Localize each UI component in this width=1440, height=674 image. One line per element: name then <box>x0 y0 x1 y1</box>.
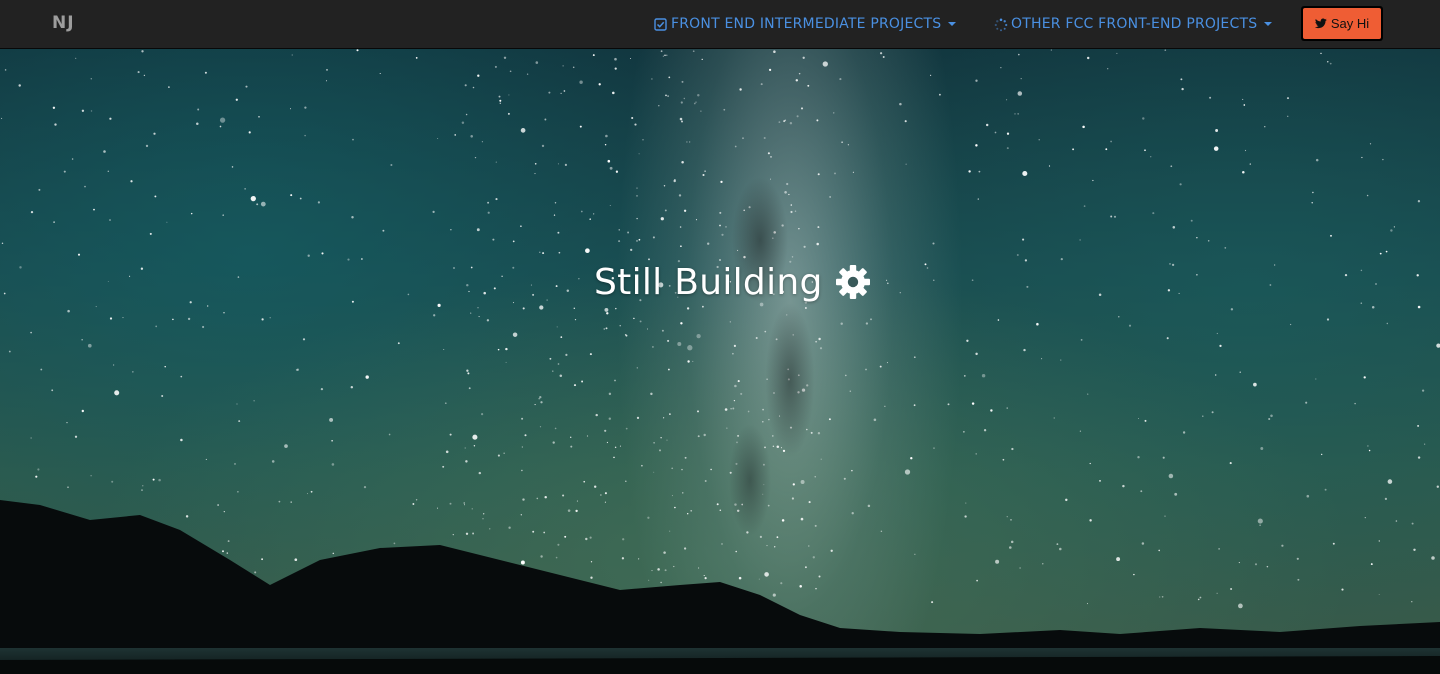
page-title: Still Building <box>594 261 823 303</box>
say-hi-button-frame: Say Hi <box>1301 6 1383 41</box>
hero-background <box>0 0 1440 674</box>
caret-down-icon <box>948 22 957 26</box>
spinner-icon <box>994 18 1008 31</box>
twitter-icon <box>1314 18 1327 29</box>
check-square-icon <box>654 17 667 31</box>
hero-heading: Still Building <box>594 260 871 304</box>
gear-icon <box>835 264 871 300</box>
say-hi-button[interactable]: Say Hi <box>1303 8 1381 39</box>
mountain-silhouette <box>0 500 1440 674</box>
nav-dropdown-other-fcc-projects[interactable]: OTHER FCC FRONT-END PROJECTS <box>994 0 1273 48</box>
nav-dropdown-label: OTHER FCC FRONT-END PROJECTS <box>1011 16 1258 32</box>
nav-dropdown-intermediate-projects[interactable]: FRONT END INTERMEDIATE PROJECTS <box>654 0 957 48</box>
top-navbar: NJ FRONT END INTERMEDIATE PROJECTS OTHER… <box>0 0 1440 49</box>
say-hi-label: Say Hi <box>1330 16 1370 31</box>
brand-logo[interactable]: NJ <box>52 13 75 33</box>
caret-down-icon <box>1264 22 1273 26</box>
nav-dropdown-label: FRONT END INTERMEDIATE PROJECTS <box>671 16 942 32</box>
